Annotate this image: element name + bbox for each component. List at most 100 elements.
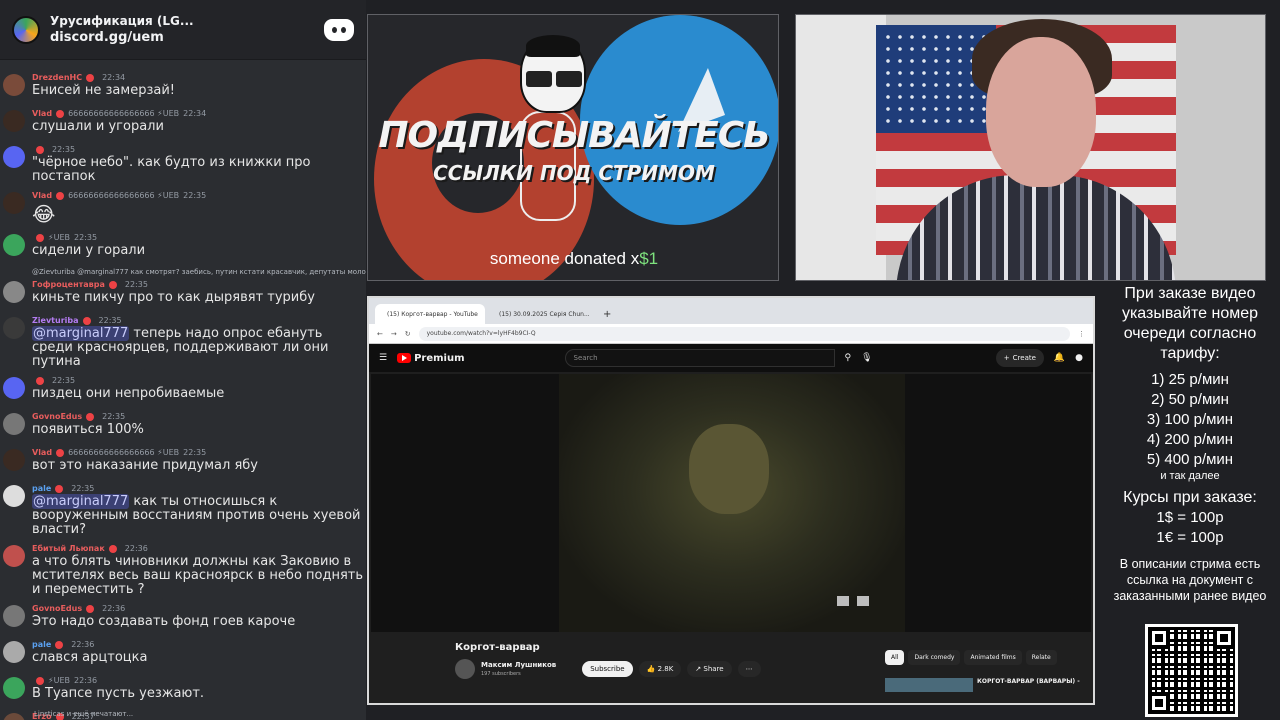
mic-icon[interactable]: 🎙 [861,353,872,363]
avatar[interactable] [3,234,25,256]
discord-chat-panel: Урусификация (LG... discord.gg/uem Drezd… [0,0,366,720]
menu-icon[interactable]: ☰ [379,353,387,363]
timestamp: 22:35 [183,448,207,457]
related-chips: All Dark comedy Animated films Relate [885,650,1057,665]
username[interactable]: Vlad [32,191,52,200]
create-button[interactable]: + Create [995,349,1044,367]
avatar[interactable] [3,74,25,96]
tab-youtube-active[interactable]: (15) Коргот-варвар - YouTube [375,304,485,324]
username[interactable]: pale [32,640,51,649]
forward-icon[interactable]: → [391,330,397,338]
promo-panel: ПОДПИСЫВАЙТЕСЬ ССЫЛКИ ПОД СТРИМОМ someon… [367,14,779,281]
message-extra: ⚡UEB [48,676,71,685]
message-text: сидели у горали [32,243,146,258]
youtube-search-input[interactable]: Search [564,349,835,367]
avatar[interactable] [3,146,25,168]
avatar[interactable] [3,677,25,699]
subscriber-count: 197 subscribers [481,671,521,677]
username[interactable]: Ебитый Льюпак [32,544,105,553]
share-button[interactable]: ↗ Share [687,661,732,677]
avatar[interactable] [3,545,25,567]
username[interactable]: Vlad [32,109,52,118]
url-input[interactable]: youtube.com/watch?v=lyHF4b9CI-Q [418,326,1070,341]
timestamp: 22:35 [98,316,122,325]
tariff-2: 2) 50 р/мин [1151,391,1229,408]
badge-icon [56,109,65,118]
search-icon[interactable]: ⚲ [845,353,852,363]
badge-icon [82,316,91,325]
discord-logo-icon [324,18,354,41]
tariff-5: 5) 400 р/мин [1146,451,1234,468]
avatar[interactable] [3,485,25,507]
username[interactable]: GovnoEdus [32,604,82,613]
new-tab-button[interactable]: + [599,304,615,324]
avatar[interactable] [3,413,25,435]
subscribe-button[interactable]: Subscribe [582,661,633,677]
extensions-icon[interactable]: ⋮ [1078,330,1085,338]
channel-avatar[interactable] [455,659,475,679]
avatar[interactable] [3,713,25,720]
username[interactable]: pale [32,484,51,493]
avatar[interactable] [3,641,25,663]
username[interactable]: Zievturiba [32,316,79,325]
recommended-video[interactable]: КОРГОТ-ВАРВАР (ВАРВАРЫ) - [885,678,1080,692]
avatar[interactable] [3,192,25,214]
chip-animated-films[interactable]: Animated films [964,650,1022,665]
message-text: В Туапсе пусть уезжают. [32,686,205,701]
badge-icon [36,233,44,242]
timestamp: 22:34 [183,109,207,118]
avatar[interactable] [3,449,25,471]
recommended-title[interactable]: КОРГОТ-ВАРВАР (ВАРВАРЫ) - [977,678,1080,692]
message-text: появиться 100% [32,422,144,437]
username[interactable]: Гофроцентавра [32,280,105,289]
server-header: Урусификация (LG... discord.gg/uem [0,0,366,60]
avatar[interactable] [3,377,25,399]
browser-window: (15) Коргот-варвар - YouTube (15) 30.09.… [367,296,1095,705]
webcam-feed [795,14,1266,281]
username[interactable]: Vlad [32,448,52,457]
tab-youtube-2[interactable]: (15) 30.09.2025 Серія Chun... [487,304,597,324]
back-icon[interactable]: ← [377,330,383,338]
avatar[interactable] [3,110,25,132]
message-text: киньте пикчу про то как дырявят турибу [32,290,315,305]
courses-heading: Курсы при заказе: [1123,489,1257,506]
stream-layout: Урусификация (LG... discord.gg/uem Drezd… [0,0,1280,720]
chat-message: GovnoEdus 22:35 появиться 100% [0,411,366,441]
message-text: @marginal777 как ты относишься к вооруже… [32,494,361,537]
course-eur: 1€ = 100р [1156,529,1224,546]
message-text: пиздец они непробиваемые [32,386,225,401]
message-text: Это надо создавать фонд гоев кароче [32,614,296,629]
chat-message: ⚡UEB 22:35 сидели у горали [0,232,366,262]
reply-preview[interactable]: @Zievturiba @marginal777 как смотрят? за… [0,268,366,278]
timestamp: 22:36 [102,604,126,613]
chat-message: Гофроцентавра 22:35 киньте пикчу про то ка… [0,279,366,309]
reload-icon[interactable]: ↻ [405,330,411,338]
notifications-icon[interactable]: 🔔 [1054,353,1065,363]
chip-related[interactable]: Relate [1025,650,1057,665]
chip-all[interactable]: All [885,650,905,665]
server-invite-link[interactable]: discord.gg/uem [50,30,314,45]
youtube-logo[interactable]: Premium [397,353,465,364]
course-usd: 1$ = 100р [1156,509,1224,526]
like-button[interactable]: 👍 2.8K [638,661,682,677]
timestamp: 22:35 [52,145,76,154]
avatar[interactable] [3,281,25,303]
badge-icon [56,191,65,200]
username[interactable]: DrezdenHC [32,73,82,82]
chip-dark-comedy[interactable]: Dark comedy [908,650,961,665]
badge-icon [55,484,64,493]
timestamp: 22:36 [74,676,98,685]
avatar[interactable] [3,317,25,339]
avatar[interactable] [3,605,25,627]
username[interactable]: GovnoEdus [32,412,82,421]
video-player[interactable] [371,374,1091,632]
timestamp: 22:36 [71,640,95,649]
promo-subtitle: ССЫЛКИ ПОД СТРИМОМ [433,161,715,185]
channel-name[interactable]: Максим Лушников [481,661,556,669]
avatar[interactable]: ● [1075,353,1083,363]
more-actions-button[interactable]: ⋯ [737,661,761,677]
video-info: Коргот-варвар Максим Лушников 197 subscr… [455,642,1087,692]
qr-code [1145,624,1238,717]
typing-indicator: Linsticas и ещё печатают... [34,710,134,718]
recommended-thumbnail[interactable] [885,678,973,692]
